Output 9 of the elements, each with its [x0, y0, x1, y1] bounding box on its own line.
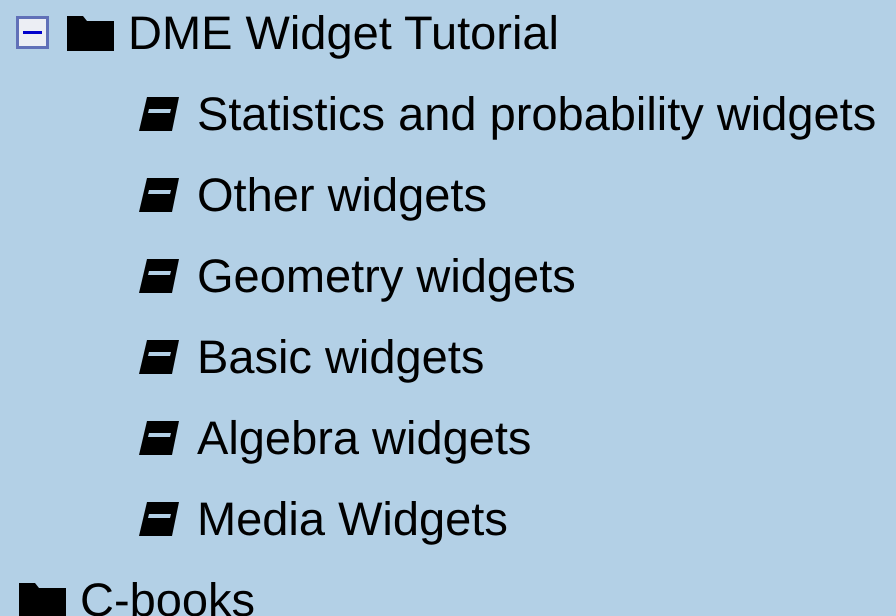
book-icon: [137, 338, 181, 376]
collapse-toggle[interactable]: [16, 16, 49, 49]
book-icon: [137, 176, 181, 214]
book-icon: [137, 418, 181, 456]
folder-icon: [16, 580, 68, 616]
folder-icon: [64, 14, 116, 52]
book-icon: [137, 256, 181, 294]
book-icon: [137, 94, 181, 132]
book-icon: [137, 500, 181, 538]
